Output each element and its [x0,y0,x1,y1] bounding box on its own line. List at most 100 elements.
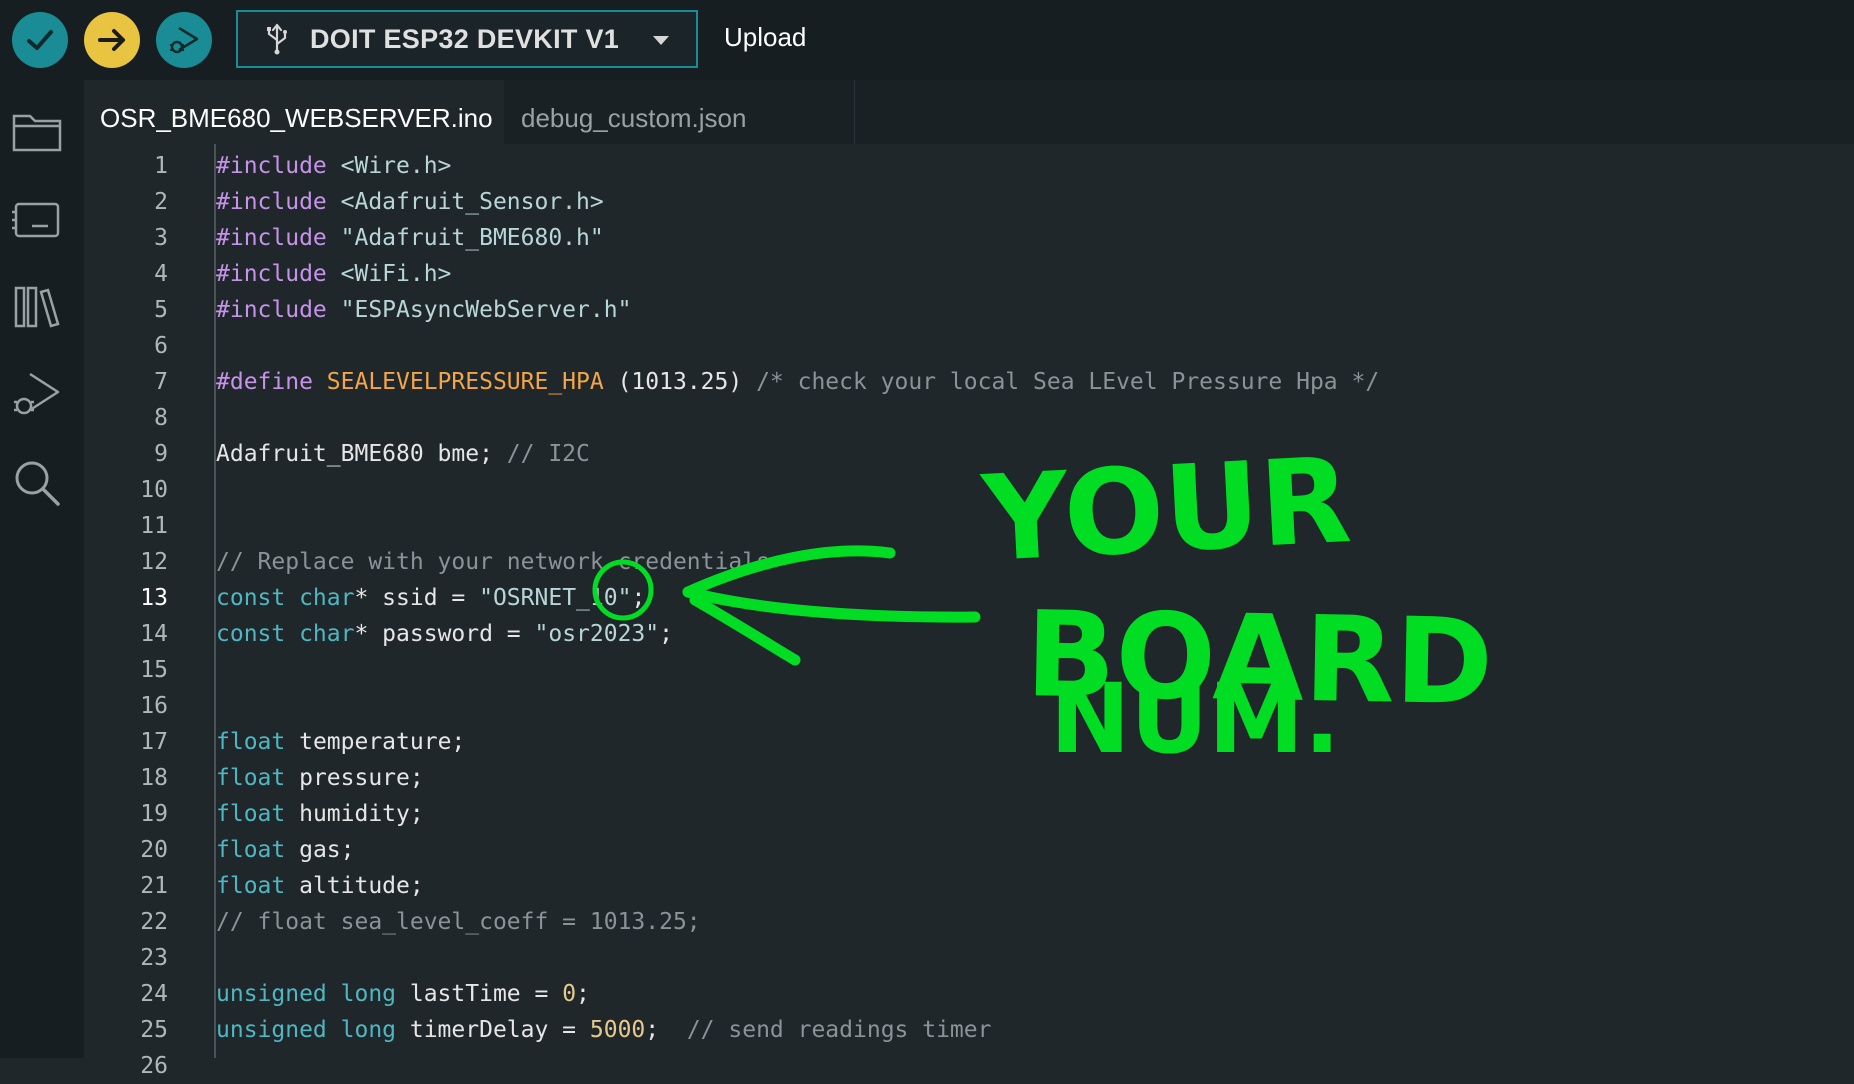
usb-icon [267,23,287,55]
code-token: float [216,801,286,827]
code-token: "OSRNET_10" [479,585,632,611]
line-number: 13 [140,585,168,611]
board-manager-icon [12,202,60,238]
code-token: (1013.25) [603,369,757,395]
sidebar [0,80,84,1058]
tab-label: OSR_BME680_WEBSERVER.ino [100,102,493,133]
code-token: "Adafruit_BME680.h" [340,225,604,251]
code-token: SEALEVELPRESSURE_HPA [326,369,604,395]
code-token: unsigned long [216,1017,397,1043]
chevron-down-icon[interactable] [650,32,672,48]
code-line[interactable]: #include <WiFi.h> [216,256,451,292]
line-number: 16 [140,693,168,719]
code-line[interactable]: unsigned long lastTime = 0; [216,976,590,1012]
tab-debug-custom-json[interactable]: debug_custom.json [505,80,855,144]
code-line[interactable]: float altitude; [216,868,424,904]
debug-button[interactable] [156,12,212,68]
line-number: 23 [140,945,168,971]
code-token: float [216,729,286,755]
sidebar-item-library-manager[interactable] [10,280,64,334]
sidebar-item-boards-manager[interactable] [10,192,64,246]
code-token: temperature; [285,729,466,755]
code-line[interactable]: float pressure; [216,760,424,796]
sidebar-item-search[interactable] [10,456,64,510]
sidebar-item-sketchbook[interactable] [10,104,64,158]
code-token: "ESPAsyncWebServer.h" [340,297,632,323]
code-token: pressure; [285,765,424,791]
verify-button[interactable] [12,12,68,68]
line-number: 1 [154,153,168,179]
checkmark-icon [27,30,53,50]
code-line[interactable]: #include <Wire.h> [216,148,451,184]
code-token: ; [631,585,646,611]
line-number: 18 [140,765,168,791]
library-icon [14,286,60,328]
code-token: // send readings timer [686,1017,992,1043]
code-token: #include [216,261,341,287]
debug-play-icon [170,26,199,54]
code-line[interactable]: // Replace with your network credentials [216,544,770,580]
sidebar-item-debug[interactable] [10,368,64,422]
folder-icon [12,114,62,152]
line-number: 14 [140,621,168,647]
line-number: 7 [154,369,168,395]
code-token: unsigned long [216,981,397,1007]
code-token: float [216,873,286,899]
code-token: ; [659,621,673,647]
board-name: DOIT ESP32 DEVKIT V1 [310,23,620,54]
code-token: #include [216,153,341,179]
code-line[interactable]: #include "Adafruit_BME680.h" [216,220,604,256]
code-token: lastTime = [396,981,563,1007]
code-line[interactable]: const char* password = "osr2023"; [216,616,673,652]
line-number: 6 [154,333,168,359]
line-number: 5 [154,297,168,323]
code-token: // I2C [506,441,590,467]
tab-label: debug_custom.json [521,102,747,133]
code-token: // float sea_level_coeff = 1013.25; [216,909,701,935]
code-line[interactable]: float temperature; [216,724,465,760]
code-token: timerDelay = [396,1017,590,1043]
editor-tab-bar: OSR_BME680_WEBSERVER.ino debug_custom.js… [84,80,1854,144]
line-number: 22 [140,909,168,935]
code-token: float [216,837,286,863]
code-token: humidity; [285,801,424,827]
line-number: 19 [140,801,168,827]
hover-tooltip-label: Upload [724,22,807,52]
code-line[interactable]: Adafruit_BME680 bme; // I2C [216,436,590,472]
code-token: 0 [562,981,577,1007]
code-line[interactable]: #include "ESPAsyncWebServer.h" [216,292,631,328]
tab-osr-bme680-webserver-ino[interactable]: OSR_BME680_WEBSERVER.ino [84,80,504,144]
line-number: 8 [154,405,168,431]
code-line[interactable]: unsigned long timerDelay = 5000; // send… [216,1012,991,1048]
line-number: 11 [140,513,168,539]
line-number: 3 [154,225,168,251]
code-line[interactable]: #include <Adafruit_Sensor.h> [216,184,604,220]
line-number: 21 [140,873,168,899]
line-number: 20 [140,837,168,863]
code-line[interactable]: float gas; [216,832,355,868]
arrow-right-icon [98,29,125,51]
code-token: #include [216,297,341,323]
search-icon [15,461,60,506]
code-token: * password = [354,621,535,647]
code-line[interactable]: #define SEALEVELPRESSURE_HPA (1013.25) /… [216,364,1379,400]
code-token: gas; [285,837,355,863]
code-line[interactable]: // float sea_level_coeff = 1013.25; [216,904,701,940]
line-number: 15 [140,657,168,683]
line-number-gutter: 1 2 3 4 5 6 7 8 9 10 11 12 13 14 15 16 17 18 19 20 21 22 23 24 2… [84,144,168,1079]
line-number: 2 [154,189,168,215]
code-token: Adafruit_BME680 bme; [216,441,507,467]
code-line[interactable]: float humidity; [216,796,424,832]
debug-icon [14,372,60,415]
code-token: float [216,765,286,791]
code-editor[interactable]: 1 2 3 4 5 6 7 8 9 10 11 12 13 14 15 16 17 18 19 20 21 22 23 24 2… [84,144,1854,1079]
board-selector[interactable]: DOIT ESP32 DEVKIT V1 [236,10,698,68]
line-number: 12 [140,549,168,575]
upload-button[interactable] [84,12,140,68]
code-token: // Replace with your network credentials [216,549,770,575]
line-number: 10 [140,477,168,503]
code-token: <Wire.h> [340,153,452,179]
code-line[interactable]: const char* ssid = "OSRNET_10"; [216,580,645,616]
code-token: #include [216,225,341,251]
code-token: 5000 [589,1017,646,1043]
